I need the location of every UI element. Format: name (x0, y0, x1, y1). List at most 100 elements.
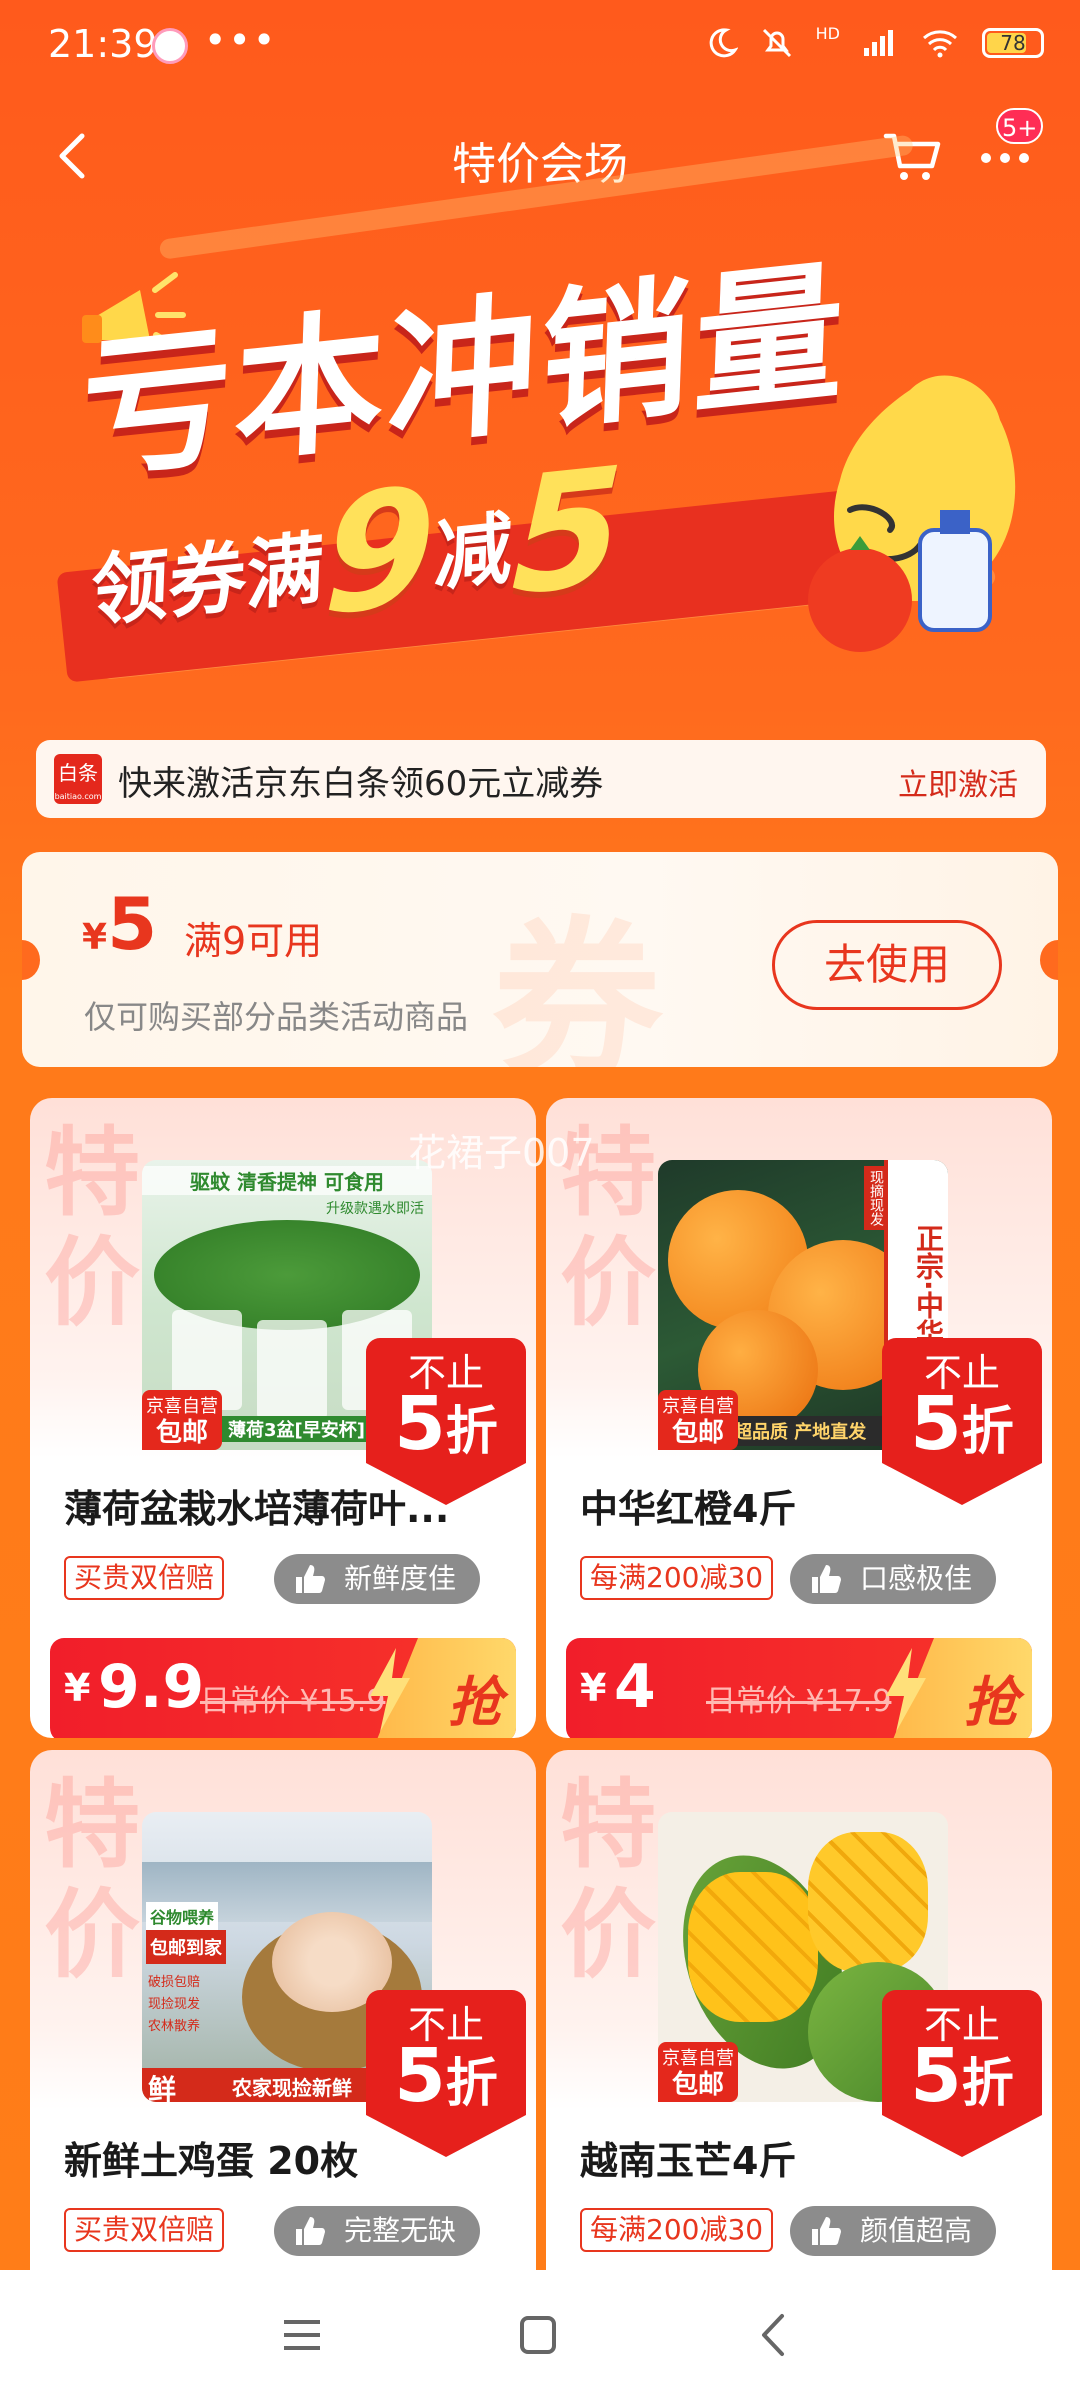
coupon-watermark: 券 (492, 902, 663, 1067)
discount-unit: 折 (445, 1402, 498, 1462)
feature-tag-text: 口感极佳 (860, 1562, 973, 1595)
self-tag-line2: 包邮 (671, 1418, 724, 1448)
eggs-img-list-item: 现捡现发 (148, 1997, 201, 2012)
wifi-icon (923, 30, 957, 58)
mint-img-footer: 薄荷3盆[早安杯] (222, 1416, 371, 1442)
product-name: 中华红橙4斤 (580, 1487, 797, 1531)
coupon-condition: 满9可用 (184, 919, 323, 963)
menu-icon[interactable] (272, 2310, 332, 2360)
product-card-eggs[interactable]: 特价 谷物喂养 包邮到家 破损包赔 现捡现发 农林散养 鲜 农家现捡新鲜 不止 … (30, 1750, 536, 2270)
guarantee-tag: 买贵双倍赔 (64, 1556, 225, 1600)
feature-tag-text: 颜值超高 (860, 2214, 973, 2247)
product-name: 越南玉芒4斤 (580, 2139, 797, 2183)
thumb-up-icon (296, 2217, 325, 2245)
mute-icon (762, 28, 791, 58)
price-bar[interactable]: ¥ 4 日常价 ¥17.9 抢 (566, 1638, 1032, 1738)
user-watermark: 花裙子007 (408, 1131, 595, 1175)
sale-price: 9.9 (98, 1652, 205, 1722)
product-card-mango[interactable]: 特价 京喜自营 包邮 不止 5折 越南玉芒4斤 每满200减30 颜值超高 (546, 1750, 1052, 2270)
self-operated-tag: 京喜自营 包邮 (142, 1390, 222, 1450)
product-card-orange[interactable]: 特价 正宗·中华 现摘现发 超品质 产地直发 京喜自营 包邮 不止 5折 中华红橙… (546, 1098, 1052, 1738)
home-square-icon[interactable] (508, 2310, 568, 2360)
self-operated-tag: 京喜自营 包邮 (658, 2042, 738, 2102)
guarantee-tag: 买贵双倍赔 (64, 2208, 225, 2252)
baitiao-message: 快来激活京东白条领60元立减券 (118, 764, 604, 804)
promotion-tag: 每满200减30 (580, 1556, 774, 1600)
use-coupon-button[interactable]: 去使用 (772, 920, 1002, 1010)
discount-badge: 不止 5折 (366, 1990, 526, 2157)
app-notification-icon (152, 28, 188, 64)
eggs-img-label: 谷物喂养 (146, 1902, 219, 1930)
promo-banner[interactable]: 亏本冲销量 领券满9减5 (0, 134, 1080, 720)
self-tag-line1: 京喜自营 (146, 1396, 218, 1417)
mint-img-subcaption: 升级款遇水即活 (326, 1201, 424, 1217)
price-currency: ¥ (64, 1666, 91, 1710)
feature-tag-text: 完整无缺 (344, 2214, 457, 2247)
banner-discount: 5 (509, 431, 627, 632)
discount-value: 5折 (882, 1382, 1042, 1474)
banner-threshold: 9 (320, 450, 439, 652)
banner-sub-mid: 减 (432, 503, 514, 603)
lightning-icon (886, 1648, 926, 1732)
original-price: 日常价 ¥15.9 (200, 1684, 386, 1719)
signal-icon (864, 30, 893, 56)
eggs-img-list: 破损包赔 现捡现发 农林散养 (148, 1972, 200, 2038)
self-tag-line2: 包邮 (155, 1418, 208, 1448)
self-tag-line1: 京喜自营 (662, 2048, 734, 2069)
coupon-card: 券 ¥5 满9可用 仅可购买部分品类活动商品 去使用 (22, 852, 1058, 1067)
mango-cubed (688, 1872, 818, 2022)
eggs-img-list-item: 农林散养 (148, 2019, 201, 2034)
coupon-notch-left (22, 940, 40, 980)
eggs-img-footer-text: 农家现捡新鲜 (232, 2076, 352, 2100)
price-bar[interactable]: ¥ 9.9 日常价 ¥15.9 抢 (50, 1638, 516, 1738)
product-name: 新鲜土鸡蛋 20枚 (64, 2139, 359, 2183)
status-bar: 21:39 ••• HD 78 (0, 0, 1080, 90)
grab-label: 抢 (964, 1671, 1018, 1734)
discount-number: 5 (394, 2033, 446, 2119)
system-navigation-bar (0, 2270, 1080, 2400)
orange-img-side-label2: 现摘现发 (864, 1166, 888, 1230)
nav-back-icon[interactable] (744, 2310, 804, 2360)
banner-sub-prefix: 领券满 (89, 523, 326, 639)
baitiao-logo-text: 白条 (58, 761, 98, 785)
price-currency: ¥ (580, 1666, 607, 1710)
discount-badge: 不止 5折 (882, 1990, 1042, 2157)
feature-tag-text: 新鲜度佳 (344, 1562, 457, 1595)
status-time: 21:39 (48, 22, 158, 66)
coupon-value: 5 (107, 882, 158, 966)
discount-badge: 不止 5折 (366, 1338, 526, 1505)
discount-unit: 折 (961, 2054, 1014, 2114)
lightning-icon (370, 1648, 410, 1732)
page-root: 21:39 ••• HD 78 特价会场 5+ 亏本冲销量 领券满9减5 白条 … (0, 0, 1080, 2270)
message-count-badge: 5+ (996, 108, 1044, 144)
sale-price: 4 (614, 1652, 656, 1722)
discount-badge: 不止 5折 (882, 1338, 1042, 1505)
mascot-illustration (808, 375, 1016, 652)
self-tag-line1: 京喜自营 (662, 1396, 734, 1417)
coupon-description: 仅可购买部分品类活动商品 (84, 998, 469, 1036)
promotion-tag: 每满200减30 (580, 2208, 774, 2252)
thumb-up-icon (812, 1565, 841, 1593)
thumb-up-icon (812, 2217, 841, 2245)
self-tag-line2: 包邮 (671, 2070, 724, 2100)
product-name: 薄荷盆栽水培薄荷叶... (64, 1487, 450, 1531)
coupon-notch-right (1040, 940, 1058, 980)
discount-unit: 折 (445, 2054, 498, 2114)
eggs-fresh-mark: 鲜 (148, 2073, 177, 2102)
original-price: 日常价 ¥17.9 (706, 1684, 892, 1719)
feature-tag: 完整无缺 (274, 2206, 481, 2256)
feature-tag: 颜值超高 (790, 2206, 997, 2256)
discount-value: 5折 (366, 2034, 526, 2126)
discount-unit: 折 (961, 1402, 1014, 1462)
coupon-currency: ¥ (82, 917, 108, 958)
status-more-dots: ••• (204, 18, 278, 62)
coupon-amount: ¥5 (82, 882, 157, 966)
feature-tag: 新鲜度佳 (274, 1554, 481, 1604)
discount-number: 5 (910, 1381, 962, 1467)
self-operated-tag: 京喜自营 包邮 (658, 1390, 738, 1450)
eggs-img-red-label: 包邮到家 (146, 1930, 226, 1964)
product-card-mint[interactable]: 特价 驱蚊 清香提神 可食用 升级款遇水即活 薄荷3盆[早安杯] 京喜自营 包邮 … (30, 1098, 536, 1738)
battery-icon: 78 (982, 28, 1044, 58)
activate-link[interactable]: 立即激活 (898, 760, 1018, 804)
baitiao-activation-strip[interactable]: 白条 baitiao.com 快来激活京东白条领60元立减券 立即激活 (36, 740, 1046, 818)
